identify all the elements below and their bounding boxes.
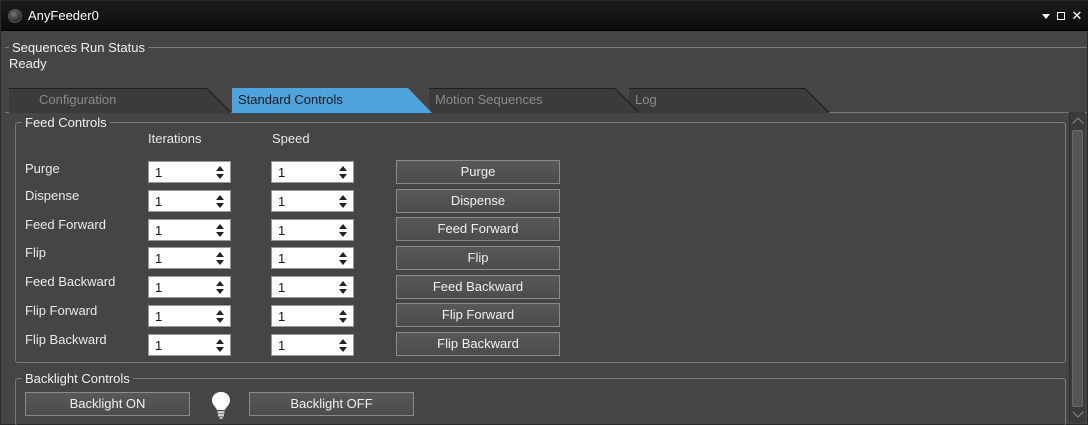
flip-backward-speed-stepper[interactable]: 1 xyxy=(271,334,354,356)
speed-column-header: Speed xyxy=(272,131,310,146)
vertical-scrollbar[interactable] xyxy=(1069,112,1085,423)
flip-backward-iterations-stepper[interactable]: 1 xyxy=(148,334,231,356)
stepper-arrows-icon[interactable] xyxy=(216,281,224,294)
stepper-arrows-icon[interactable] xyxy=(216,339,224,352)
stepper-value: 1 xyxy=(155,165,163,180)
stepper-value: 1 xyxy=(278,251,286,266)
feed-forward-button[interactable]: Feed Forward xyxy=(396,217,560,241)
stepper-arrows-icon[interactable] xyxy=(339,310,347,323)
row-label-flip: Flip xyxy=(25,245,46,260)
stepper-value: 1 xyxy=(278,223,286,238)
iterations-column-header: Iterations xyxy=(148,131,202,146)
sequences-group-title: Sequences Run Status xyxy=(9,40,148,55)
stepper-value: 1 xyxy=(278,194,286,209)
flip-backward-button[interactable]: Flip Backward xyxy=(396,332,560,356)
flip-iterations-stepper[interactable]: 1 xyxy=(148,247,231,269)
stepper-arrows-icon[interactable] xyxy=(339,281,347,294)
backlight-off-button[interactable]: Backlight OFF xyxy=(249,392,414,416)
flip-forward-button[interactable]: Flip Forward xyxy=(396,303,560,327)
run-status-text: Ready xyxy=(9,56,47,71)
lightbulb-icon xyxy=(212,392,230,419)
anyfeeder-window: AnyFeeder0 ✕ Sequences Run Status Ready … xyxy=(0,0,1088,425)
title-bar: AnyFeeder0 ✕ xyxy=(1,1,1088,31)
stepper-value: 1 xyxy=(155,194,163,209)
feed-forward-iterations-stepper[interactable]: 1 xyxy=(148,219,231,241)
row-label-flip-backward: Flip Backward xyxy=(25,332,107,347)
stepper-value: 1 xyxy=(278,309,286,324)
stepper-arrows-icon[interactable] xyxy=(216,224,224,237)
feed-backward-button[interactable]: Feed Backward xyxy=(396,275,560,299)
purge-speed-stepper[interactable]: 1 xyxy=(271,161,354,183)
stepper-arrows-icon[interactable] xyxy=(339,195,347,208)
backlight-on-button[interactable]: Backlight ON xyxy=(25,392,190,416)
dropdown-pin-icon[interactable] xyxy=(1040,9,1052,23)
row-label-flip-forward: Flip Forward xyxy=(25,303,98,318)
stepper-arrows-icon[interactable] xyxy=(216,252,224,265)
flip-button[interactable]: Flip xyxy=(396,246,560,270)
purge-iterations-stepper[interactable]: 1 xyxy=(148,161,231,183)
stepper-value: 1 xyxy=(278,280,286,295)
app-icon xyxy=(8,9,22,23)
window-title: AnyFeeder0 xyxy=(28,8,99,23)
dispense-speed-stepper[interactable]: 1 xyxy=(271,190,354,212)
row-label-feed-backward: Feed Backward xyxy=(25,274,116,289)
dispense-iterations-stepper[interactable]: 1 xyxy=(148,190,231,212)
row-label-purge: Purge xyxy=(25,161,60,176)
stepper-arrows-icon[interactable] xyxy=(339,252,347,265)
stepper-arrows-icon[interactable] xyxy=(339,224,347,237)
stepper-value: 1 xyxy=(155,280,163,295)
flip-speed-stepper[interactable]: 1 xyxy=(271,247,354,269)
feed-controls-title: Feed Controls xyxy=(22,115,110,130)
stepper-arrows-icon[interactable] xyxy=(216,310,224,323)
close-icon[interactable]: ✕ xyxy=(1071,9,1083,23)
feed-backward-speed-stepper[interactable]: 1 xyxy=(271,276,354,298)
stepper-arrows-icon[interactable] xyxy=(339,339,347,352)
backlight-controls-title: Backlight Controls xyxy=(22,371,133,386)
scroll-thumb[interactable] xyxy=(1072,130,1083,407)
stepper-value: 1 xyxy=(155,338,163,353)
scroll-up-icon[interactable] xyxy=(1072,116,1084,129)
tab-outline xyxy=(9,88,830,113)
maximize-icon[interactable] xyxy=(1055,9,1067,23)
stepper-value: 1 xyxy=(155,309,163,324)
flip-forward-iterations-stepper[interactable]: 1 xyxy=(148,305,231,327)
stepper-value: 1 xyxy=(278,165,286,180)
stepper-value: 1 xyxy=(155,223,163,238)
dispense-button[interactable]: Dispense xyxy=(396,189,560,213)
sequences-run-status-group: Sequences Run Status Ready xyxy=(5,40,1087,87)
scroll-down-icon[interactable] xyxy=(1072,406,1084,419)
row-label-feed-forward: Feed Forward xyxy=(25,217,106,232)
stepper-arrows-icon[interactable] xyxy=(339,166,347,179)
purge-button[interactable]: Purge xyxy=(396,160,560,184)
tab-strip: Configuration Motion Sequences Log Stand… xyxy=(5,88,1087,113)
stepper-arrows-icon[interactable] xyxy=(216,195,224,208)
feed-backward-iterations-stepper[interactable]: 1 xyxy=(148,276,231,298)
flip-forward-speed-stepper[interactable]: 1 xyxy=(271,305,354,327)
stepper-value: 1 xyxy=(278,338,286,353)
feed-forward-speed-stepper[interactable]: 1 xyxy=(271,219,354,241)
stepper-value: 1 xyxy=(155,251,163,266)
row-label-dispense: Dispense xyxy=(25,188,80,203)
stepper-arrows-icon[interactable] xyxy=(216,166,224,179)
